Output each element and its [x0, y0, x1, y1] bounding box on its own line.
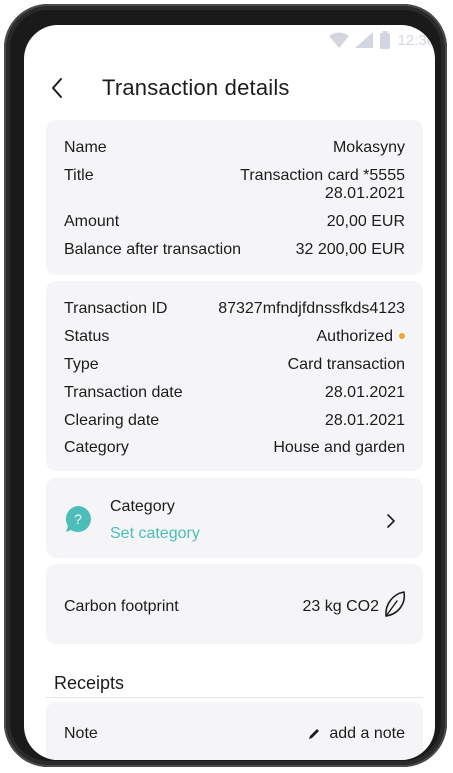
note-label: Note	[64, 725, 98, 742]
status-time: 12:30	[397, 31, 435, 49]
phone-frame: 12:30 Transaction details Name Mokasyny …	[4, 4, 447, 767]
row-value: Authorized	[316, 328, 405, 346]
row-label: Balance after transaction	[64, 241, 241, 258]
divider	[46, 697, 423, 698]
details-row-transaction-id: Transaction ID 87327mfndjfdnssfkds4123	[64, 300, 405, 318]
carbon-value: 23 kg CO2	[302, 598, 379, 615]
row-value: Transaction card *5555 28.01.2021	[240, 167, 405, 203]
row-label: Status	[64, 328, 110, 345]
pencil-icon	[309, 729, 320, 739]
chevron-right-icon	[387, 514, 395, 528]
header: Transaction details	[24, 73, 435, 107]
category-title: Category	[110, 498, 175, 515]
set-category-card[interactable]: ? Category Set category	[46, 478, 423, 558]
row-value: 32 200,00 EUR	[295, 241, 405, 258]
row-value: 20,00 EUR	[326, 213, 405, 230]
row-label: Clearing date	[64, 412, 160, 429]
battery-icon	[380, 31, 391, 49]
row-value-line2: 28.01.2021	[324, 185, 405, 202]
row-label: Name	[64, 139, 107, 156]
row-label: Transaction date	[64, 384, 183, 401]
carbon-card: Carbon footprint 23 kg CO2	[46, 564, 423, 644]
receipts-title: Receipts	[54, 673, 125, 693]
add-note-label: add a note	[329, 725, 405, 742]
chevron-left-icon[interactable]	[46, 76, 70, 100]
screen: 12:30 Transaction details Name Mokasyny …	[24, 25, 435, 760]
row-label: Amount	[64, 213, 120, 230]
summary-row-balance: Balance after transaction 32 200,00 EUR	[64, 241, 405, 259]
status-dot-icon	[399, 332, 405, 339]
status-text: Authorized	[316, 328, 394, 345]
wifi-icon	[329, 32, 350, 48]
summary-row-name: Name Mokasyny	[64, 139, 405, 157]
summary-card: Name Mokasyny Title Transaction card *55…	[46, 120, 423, 275]
row-label: Category	[64, 439, 129, 456]
set-category-link[interactable]: Set category	[110, 525, 200, 543]
row-value: 28.01.2021	[324, 412, 405, 429]
row-value: House and garden	[273, 439, 405, 456]
details-row-transaction-date: Transaction date 28.01.2021	[64, 384, 405, 402]
question-bubble-icon: ?	[65, 506, 91, 532]
row-label: Title	[64, 167, 94, 184]
details-card: Transaction ID 87327mfndjfdnssfkds4123 S…	[46, 281, 423, 471]
summary-row-title: Title Transaction card *5555 28.01.2021	[64, 167, 405, 203]
summary-row-amount: Amount 20,00 EUR	[64, 213, 405, 231]
carbon-label: Carbon footprint	[64, 598, 179, 615]
details-row-category: Category House and garden	[64, 439, 405, 457]
details-row-clearing-date: Clearing date 28.01.2021	[64, 412, 405, 430]
row-value-line1: Transaction card *5555	[240, 167, 405, 184]
leaf-icon	[385, 591, 406, 617]
row-value: Card transaction	[287, 356, 405, 373]
details-row-status: Status Authorized	[64, 328, 405, 346]
page-title: Transaction details	[102, 75, 290, 100]
add-note-button[interactable]: add a note	[307, 725, 405, 743]
details-row-type: Type Card transaction	[64, 356, 405, 374]
row-value: Mokasyny	[332, 139, 405, 156]
note-card: Note add a note	[46, 702, 423, 760]
svg-text:?: ?	[74, 511, 82, 527]
signal-icon	[355, 32, 374, 48]
row-label: Transaction ID	[64, 300, 168, 317]
row-value: 87327mfndjfdnssfkds4123	[218, 300, 405, 317]
row-value: 28.01.2021	[324, 384, 405, 401]
row-label: Type	[64, 356, 99, 373]
status-bar: 12:30	[329, 27, 435, 53]
